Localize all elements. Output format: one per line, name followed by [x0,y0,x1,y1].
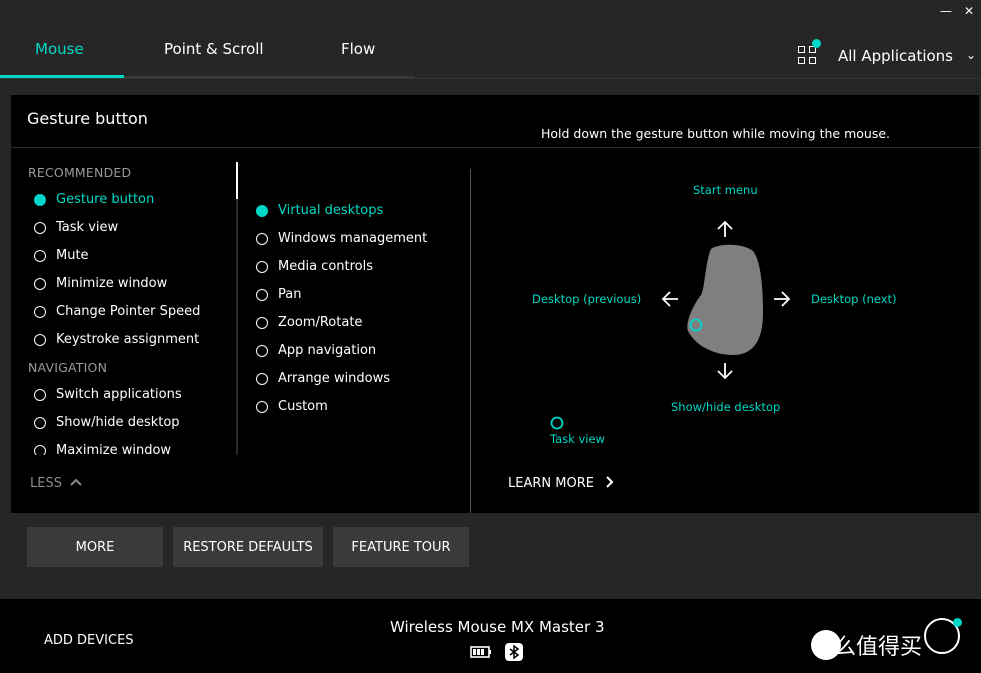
scrollbar-thumb[interactable] [236,162,238,199]
option-label: Task view [56,220,119,235]
arrow-left-icon [661,291,678,307]
option-label: Custom [278,399,328,414]
minimize-button[interactable]: — [940,4,952,18]
restore-defaults-button[interactable]: RESTORE DEFAULTS [173,527,323,567]
radio-icon [34,250,46,262]
radio-icon [34,334,46,346]
action-list[interactable]: RECOMMENDED Gesture button Task view Mut… [28,155,238,455]
radio-icon [256,345,268,357]
task-view-marker [550,416,564,430]
grid-icon[interactable] [798,46,818,66]
less-label: LESS [30,476,62,491]
option-label: Show/hide desktop [56,415,180,430]
panel-hint: Hold down the gesture button while movin… [541,126,890,141]
bluetooth-icon [505,643,524,661]
option-label: Keystroke assignment [56,332,200,347]
radio-icon [34,306,46,318]
option-label: Virtual desktops [278,203,384,218]
radio-icon [34,278,46,290]
close-button[interactable]: ✕ [964,4,974,18]
option-label: Minimize window [56,276,168,291]
chevron-right-icon [606,476,614,488]
label-start-menu: Start menu [693,183,758,197]
tab-mouse[interactable]: Mouse [35,40,84,58]
chevron-up-icon [70,478,82,486]
radio-icon [256,233,268,245]
battery-icon [470,646,491,658]
radio-icon [34,194,46,206]
app-selector[interactable]: All Applications [838,47,953,65]
radio-icon [256,261,268,273]
label-task-view: Task view [550,432,605,446]
panel-title: Gesture button [27,109,148,128]
scrollbar-track[interactable] [236,199,238,455]
option-label: Change Pointer Speed [56,304,201,319]
column-divider [470,169,471,513]
option-label: Media controls [278,259,374,274]
radio-icon [34,389,46,401]
radio-icon [34,417,46,429]
arrow-up-icon [717,220,733,237]
more-button[interactable]: MORE [27,527,163,567]
less-toggle[interactable]: LESS [30,476,82,491]
device-name: Wireless Mouse MX Master 3 [390,618,605,636]
label-desktop-next: Desktop (next) [811,292,897,306]
option-label: App navigation [278,343,377,358]
chevron-down-icon[interactable]: ⌄ [966,48,976,62]
notification-dot [812,39,821,48]
radio-icon [34,222,46,234]
radio-icon [256,317,268,329]
radio-icon [256,401,268,413]
option-label: Switch applications [56,387,182,402]
navigation-header: NAVIGATION [28,360,108,375]
option-label: Pan [278,287,302,302]
tab-point-scroll[interactable]: Point & Scroll [164,40,264,58]
mouse-illustration [687,244,763,355]
notification-dot [953,618,962,627]
gesture-button-marker [689,318,703,332]
learn-more-link[interactable]: LEARN MORE [508,476,614,491]
panel-divider [11,147,979,148]
option-label: Maximize window [56,443,172,455]
device-status [470,643,524,662]
radio-icon [256,373,268,385]
header-divider [0,78,981,79]
tab-flow[interactable]: Flow [341,40,375,58]
radio-icon [34,445,46,455]
recommended-header: RECOMMENDED [28,165,132,180]
label-show-hide-desktop: Show/hide desktop [671,400,781,414]
label-desktop-previous: Desktop (previous) [532,292,642,306]
option-label: Windows management [278,231,428,246]
option-label: Gesture button [56,192,155,207]
arrow-down-icon [717,363,733,380]
radio-icon [256,289,268,301]
gesture-panel: Gesture button Hold down the gesture but… [11,95,979,513]
learn-more-label: LEARN MORE [508,476,594,491]
option-label: Zoom/Rotate [278,315,363,330]
radio-icon [256,205,268,217]
arrow-right-icon [774,291,791,307]
feature-tour-button[interactable]: FEATURE TOUR [333,527,469,567]
option-label: Arrange windows [278,371,391,386]
footer: ADD DEVICES Wireless Mouse MX Master 3 什… [0,599,981,673]
add-devices-button[interactable]: ADD DEVICES [44,633,134,648]
watermark-text: 什么值得买 [812,635,923,660]
option-label: Mute [56,248,89,263]
